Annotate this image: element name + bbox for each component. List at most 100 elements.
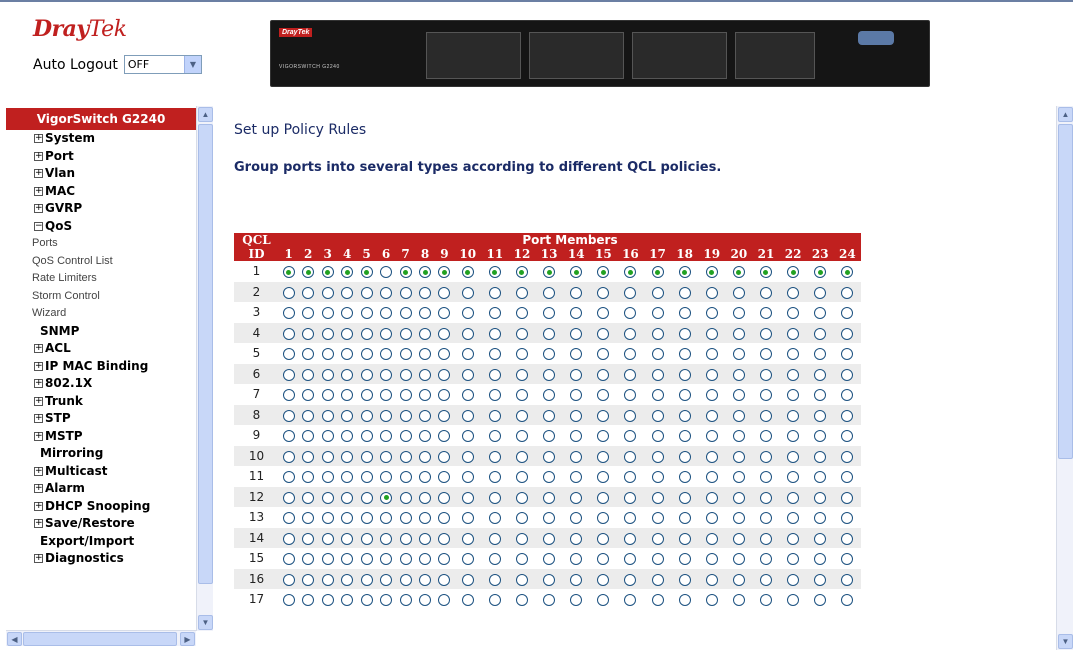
port-radio[interactable] bbox=[380, 266, 393, 279]
port-radio[interactable] bbox=[438, 532, 451, 545]
port-radio[interactable] bbox=[543, 307, 556, 320]
port-radio[interactable] bbox=[759, 389, 772, 402]
sidebar-item-qos[interactable]: − QoS bbox=[6, 218, 196, 236]
port-radio[interactable] bbox=[399, 389, 412, 402]
port-radio[interactable] bbox=[732, 532, 745, 545]
port-radio[interactable] bbox=[282, 430, 295, 443]
port-radio[interactable] bbox=[360, 307, 373, 320]
port-radio[interactable] bbox=[597, 573, 610, 586]
port-radio[interactable] bbox=[597, 327, 610, 340]
port-radio[interactable] bbox=[438, 389, 451, 402]
port-radio[interactable] bbox=[321, 286, 334, 299]
port-radio[interactable] bbox=[732, 471, 745, 484]
sidebar-item-stp[interactable]: + STP bbox=[6, 410, 196, 428]
port-radio[interactable] bbox=[399, 594, 412, 607]
port-radio[interactable] bbox=[302, 389, 315, 402]
port-radio[interactable] bbox=[461, 348, 474, 361]
sidebar-subitem-rate-limiters[interactable]: Rate Limiters bbox=[6, 270, 196, 288]
port-radio[interactable] bbox=[624, 286, 637, 299]
port-radio[interactable] bbox=[419, 491, 432, 504]
port-radio[interactable] bbox=[787, 512, 800, 525]
port-radio[interactable] bbox=[759, 286, 772, 299]
port-radio[interactable] bbox=[705, 532, 718, 545]
port-radio[interactable] bbox=[282, 368, 295, 381]
port-radio[interactable] bbox=[705, 348, 718, 361]
port-radio[interactable] bbox=[814, 389, 827, 402]
sidebar-item-alarm[interactable]: + Alarm bbox=[6, 480, 196, 498]
port-radio[interactable] bbox=[399, 409, 412, 422]
sidebar-subitem-ports[interactable]: Ports bbox=[6, 235, 196, 253]
port-radio[interactable] bbox=[543, 491, 556, 504]
expand-icon[interactable]: + bbox=[34, 169, 43, 178]
port-radio[interactable] bbox=[651, 307, 664, 320]
port-radio[interactable] bbox=[302, 430, 315, 443]
port-radio[interactable] bbox=[814, 266, 827, 279]
port-radio[interactable] bbox=[678, 409, 691, 422]
sidebar-item-diagnostics[interactable]: + Diagnostics bbox=[6, 550, 196, 568]
port-radio[interactable] bbox=[814, 553, 827, 566]
port-radio[interactable] bbox=[438, 368, 451, 381]
port-radio[interactable] bbox=[787, 389, 800, 402]
port-radio[interactable] bbox=[419, 307, 432, 320]
port-radio[interactable] bbox=[488, 471, 501, 484]
port-radio[interactable] bbox=[787, 409, 800, 422]
port-radio[interactable] bbox=[341, 327, 354, 340]
port-radio[interactable] bbox=[651, 368, 664, 381]
port-radio[interactable] bbox=[651, 553, 664, 566]
port-radio[interactable] bbox=[399, 532, 412, 545]
port-radio[interactable] bbox=[787, 430, 800, 443]
port-radio[interactable] bbox=[282, 491, 295, 504]
port-radio[interactable] bbox=[461, 327, 474, 340]
port-radio[interactable] bbox=[597, 532, 610, 545]
port-radio[interactable] bbox=[624, 491, 637, 504]
port-radio[interactable] bbox=[321, 430, 334, 443]
port-radio[interactable] bbox=[705, 409, 718, 422]
port-radio[interactable] bbox=[651, 266, 664, 279]
sidebar-item-dhcp-snooping[interactable]: + DHCP Snooping bbox=[6, 498, 196, 516]
port-radio[interactable] bbox=[360, 573, 373, 586]
port-radio[interactable] bbox=[651, 573, 664, 586]
port-radio[interactable] bbox=[515, 512, 528, 525]
sidebar-item-vlan[interactable]: + Vlan bbox=[6, 165, 196, 183]
port-radio[interactable] bbox=[360, 368, 373, 381]
port-radio[interactable] bbox=[624, 409, 637, 422]
port-radio[interactable] bbox=[360, 450, 373, 463]
port-radio[interactable] bbox=[597, 348, 610, 361]
port-radio[interactable] bbox=[321, 389, 334, 402]
sidebar-subitem-wizard[interactable]: Wizard bbox=[6, 305, 196, 323]
port-radio[interactable] bbox=[787, 491, 800, 504]
port-radio[interactable] bbox=[515, 573, 528, 586]
port-radio[interactable] bbox=[282, 348, 295, 361]
port-radio[interactable] bbox=[438, 450, 451, 463]
port-radio[interactable] bbox=[705, 491, 718, 504]
port-radio[interactable] bbox=[488, 532, 501, 545]
port-radio[interactable] bbox=[705, 512, 718, 525]
port-radio[interactable] bbox=[341, 307, 354, 320]
port-radio[interactable] bbox=[419, 430, 432, 443]
port-radio[interactable] bbox=[321, 327, 334, 340]
port-radio[interactable] bbox=[461, 430, 474, 443]
port-radio[interactable] bbox=[841, 491, 854, 504]
port-radio[interactable] bbox=[515, 307, 528, 320]
port-radio[interactable] bbox=[380, 532, 393, 545]
port-radio[interactable] bbox=[597, 512, 610, 525]
port-radio[interactable] bbox=[543, 512, 556, 525]
port-radio[interactable] bbox=[543, 532, 556, 545]
port-radio[interactable] bbox=[759, 512, 772, 525]
port-radio[interactable] bbox=[380, 512, 393, 525]
port-radio[interactable] bbox=[302, 307, 315, 320]
auto-logout-select[interactable]: OFF ▼ bbox=[123, 55, 202, 74]
port-radio[interactable] bbox=[841, 327, 854, 340]
port-radio[interactable] bbox=[759, 553, 772, 566]
sidebar-item-export-import[interactable]: Export/Import bbox=[6, 533, 196, 551]
port-radio[interactable] bbox=[570, 471, 583, 484]
port-radio[interactable] bbox=[282, 573, 295, 586]
port-radio[interactable] bbox=[341, 409, 354, 422]
port-radio[interactable] bbox=[732, 409, 745, 422]
port-radio[interactable] bbox=[814, 471, 827, 484]
port-radio[interactable] bbox=[705, 327, 718, 340]
port-radio[interactable] bbox=[461, 532, 474, 545]
sidebar-horizontal-scrollbar[interactable]: ◀ ▶ bbox=[6, 630, 196, 646]
scrollbar-thumb[interactable] bbox=[23, 632, 177, 646]
port-radio[interactable] bbox=[759, 573, 772, 586]
